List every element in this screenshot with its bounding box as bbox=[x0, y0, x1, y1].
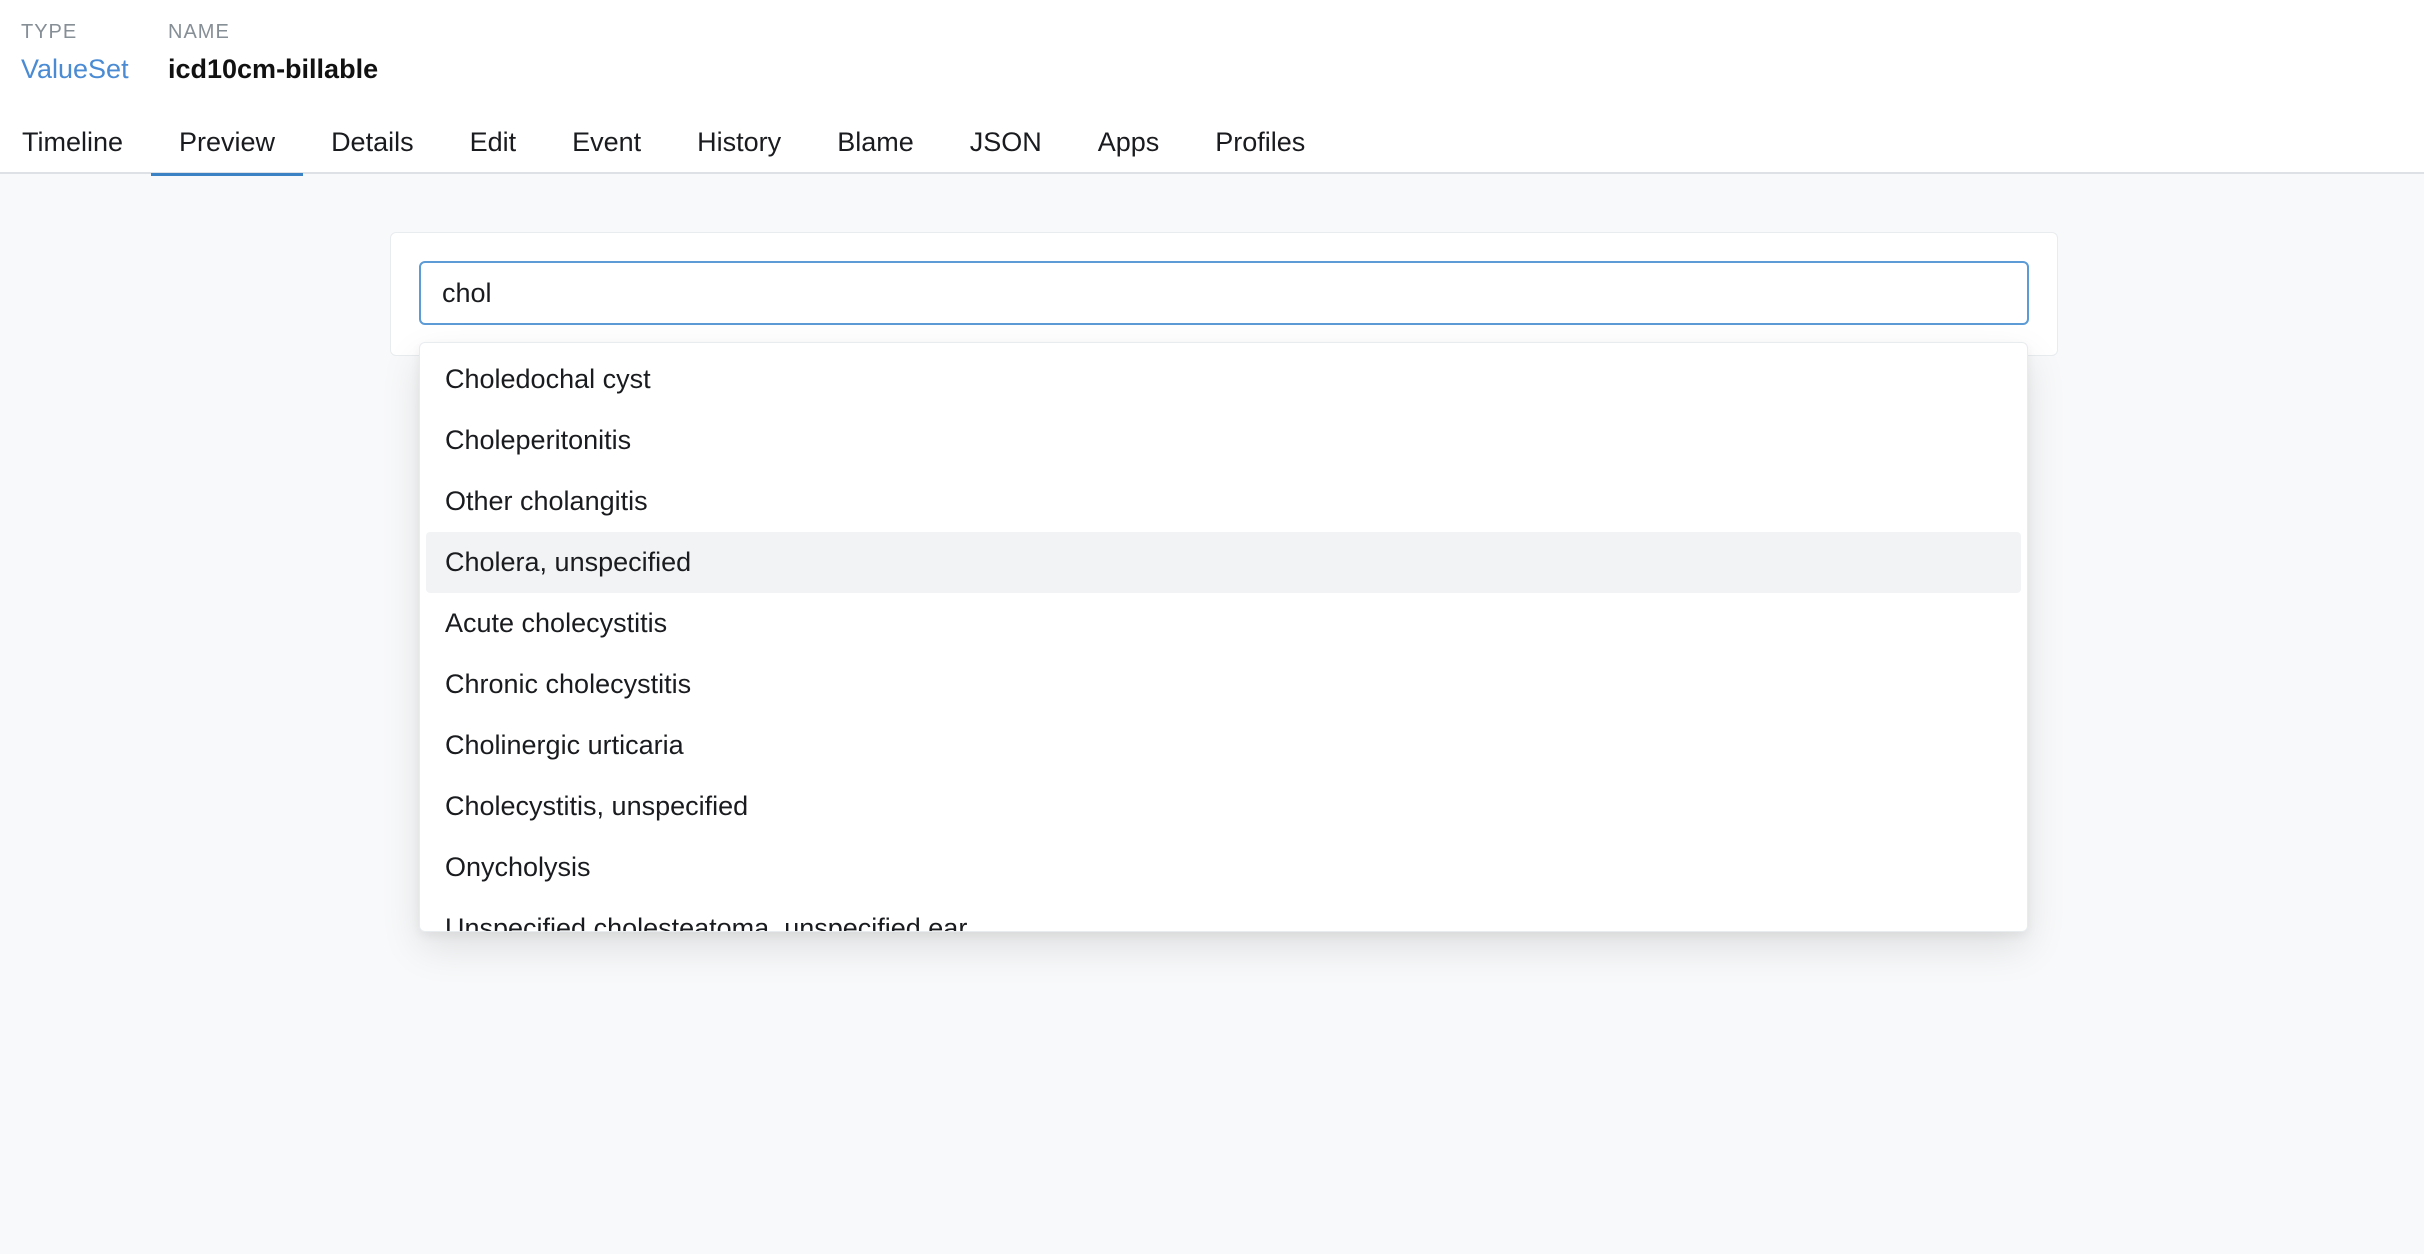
dropdown-option[interactable]: Cholecystitis, unspecified bbox=[426, 776, 2021, 837]
resource-header: TYPE ValueSet NAME icd10cm-billable Time… bbox=[0, 0, 2424, 176]
tab-timeline[interactable]: Timeline bbox=[0, 112, 151, 174]
resource-type-label: TYPE bbox=[21, 21, 78, 43]
dropdown-option[interactable]: Choleperitonitis bbox=[426, 410, 2021, 471]
tab-profiles[interactable]: Profiles bbox=[1187, 112, 1333, 174]
tab-preview[interactable]: Preview bbox=[151, 112, 304, 176]
tab-apps[interactable]: Apps bbox=[1070, 112, 1188, 174]
dropdown-option[interactable]: Other cholangitis bbox=[426, 471, 2021, 532]
resource-name-block: NAME icd10cm-billable bbox=[168, 20, 378, 86]
tab-edit[interactable]: Edit bbox=[442, 112, 545, 174]
dropdown-option[interactable]: Unspecified cholesteatoma, unspecified e… bbox=[426, 898, 2021, 931]
tab-history[interactable]: History bbox=[669, 112, 809, 174]
resource-type-link[interactable]: ValueSet bbox=[21, 52, 129, 86]
tab-bar: Timeline Preview Details Edit Event Hist… bbox=[0, 112, 1333, 176]
search-input[interactable] bbox=[419, 261, 2029, 325]
resource-name-label: NAME bbox=[168, 21, 230, 43]
dropdown-option[interactable]: Cholinergic urticaria bbox=[426, 715, 2021, 776]
dropdown-option[interactable]: Choledochal cyst bbox=[426, 349, 2021, 410]
search-card bbox=[390, 232, 2058, 356]
dropdown-option[interactable]: Chronic cholecystitis bbox=[426, 654, 2021, 715]
resource-type-block: TYPE ValueSet bbox=[21, 20, 129, 86]
tab-details[interactable]: Details bbox=[303, 112, 442, 174]
resource-name-value: icd10cm-billable bbox=[168, 54, 379, 84]
option-list: Choledochal cyst Choleperitonitis Other … bbox=[420, 343, 2027, 931]
autocomplete-dropdown: Choledochal cyst Choleperitonitis Other … bbox=[419, 342, 2028, 932]
tab-event[interactable]: Event bbox=[544, 112, 669, 174]
dropdown-option[interactable]: Onycholysis bbox=[426, 837, 2021, 898]
dropdown-option[interactable]: Acute cholecystitis bbox=[426, 593, 2021, 654]
tab-json[interactable]: JSON bbox=[942, 112, 1070, 174]
dropdown-option[interactable]: Cholera, unspecified bbox=[426, 532, 2021, 593]
tab-blame[interactable]: Blame bbox=[809, 112, 942, 174]
